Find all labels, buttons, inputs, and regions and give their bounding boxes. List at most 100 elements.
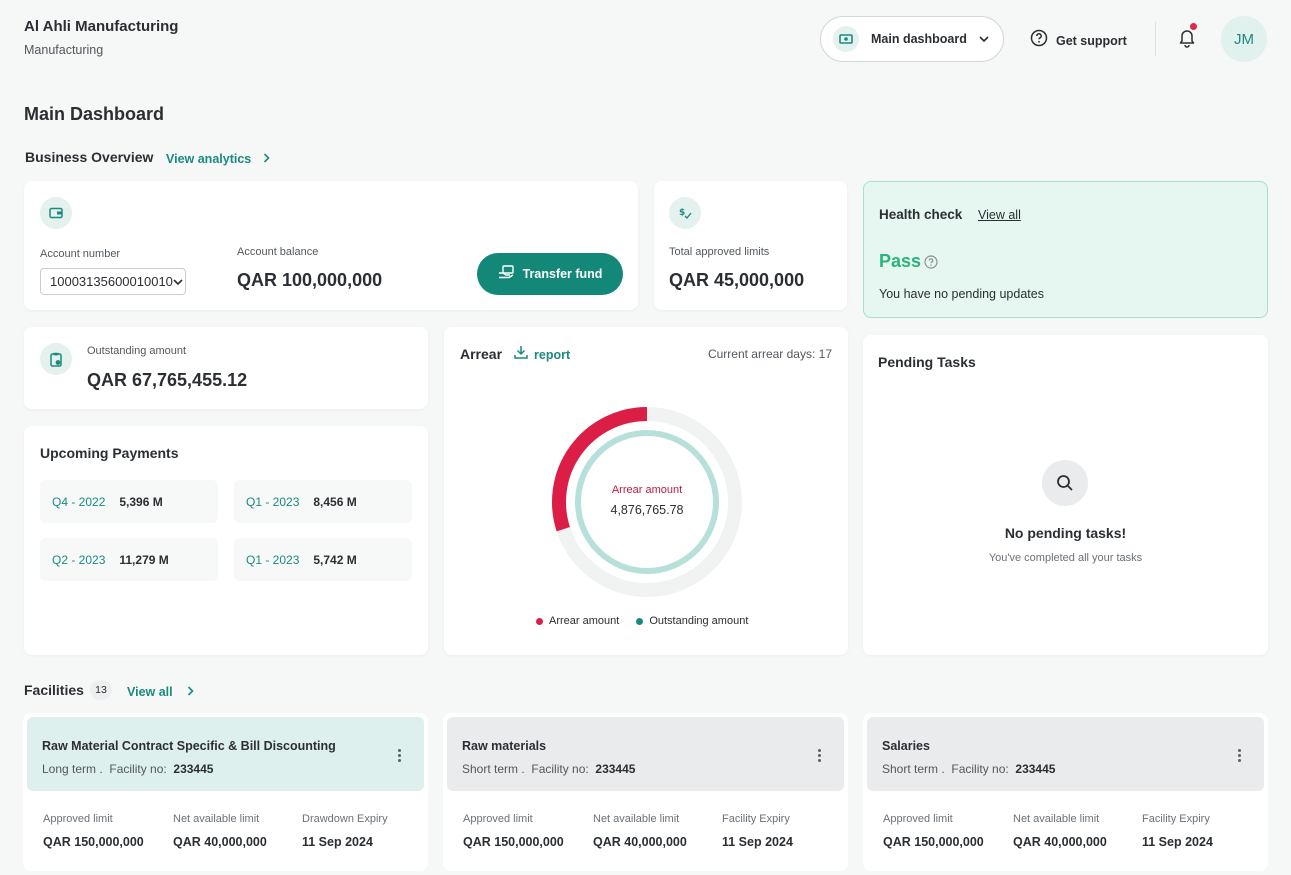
money-icon	[833, 26, 859, 52]
more-options-icon[interactable]	[1238, 749, 1242, 763]
account-balance-value: QAR 100,000,000	[237, 270, 383, 290]
company-name: Al Ahli Manufacturing	[24, 18, 179, 35]
facility-no: 233445	[173, 762, 214, 776]
view-analytics-link[interactable]: View analytics	[166, 150, 270, 168]
facilities-title: Facilities	[24, 682, 84, 698]
donut-center-value: 4,876,765.78	[610, 503, 684, 517]
legend-outstanding-label: Outstanding amount	[649, 615, 749, 627]
pending-empty-title: No pending tasks!	[1004, 525, 1127, 541]
account-number-select[interactable]: 10003135600010010	[40, 268, 186, 295]
payment-quarter: Q2 - 2023	[52, 552, 106, 567]
facility-no-label: Facility no:	[951, 762, 1009, 776]
payment-quarter: Q1 - 2023	[246, 552, 300, 567]
facility-subtitle: Long term . Facility no: 233445	[42, 762, 214, 776]
account-number-label: Account number	[40, 248, 121, 260]
bell-icon	[1178, 30, 1196, 52]
facility-title: Raw materials	[462, 739, 547, 753]
dashboard-select[interactable]: Main dashboard	[820, 16, 1004, 62]
payment-item[interactable]: Q1 - 2023 5,742 M	[234, 538, 412, 581]
view-analytics-label: View analytics	[166, 152, 252, 166]
notification-dot	[1190, 23, 1197, 30]
dollar-check-icon: $	[669, 197, 701, 229]
upcoming-payments-title: Upcoming Payments	[40, 445, 179, 461]
facility-header: Salaries Short term . Facility no: 23344…	[867, 717, 1264, 791]
arrear-donut-chart	[552, 407, 742, 597]
svg-text:$: $	[679, 208, 685, 218]
chart-legend: Arrear amount Outstanding amount	[536, 615, 748, 627]
more-options-icon[interactable]	[818, 749, 822, 763]
facility-card[interactable]: Raw materials Short term . Facility no: …	[443, 713, 848, 871]
facilities-view-all-label: View all	[127, 685, 173, 699]
download-icon	[514, 345, 528, 364]
arrear-title: Arrear	[460, 346, 503, 362]
facility-term: Long term	[42, 762, 97, 776]
avatar[interactable]: JM	[1221, 16, 1267, 62]
facilities-count-badge: 13	[90, 680, 112, 700]
report-label: report	[534, 347, 571, 362]
notification-button[interactable]	[1178, 23, 1198, 48]
facilities-view-all-link[interactable]: View all	[127, 683, 194, 701]
facility-header: Raw Material Contract Specific & Bill Di…	[27, 717, 424, 791]
donut-center-label: Arrear amount	[611, 484, 683, 496]
health-message: You have no pending updates	[879, 287, 1044, 301]
facility-approved-limit: Approved limit QAR 150,000,000	[43, 813, 144, 849]
outstanding-ring	[575, 430, 719, 574]
facility-term: Short term	[882, 762, 939, 776]
health-check-card: Health check View all Pass You have no p…	[863, 181, 1268, 318]
facility-no-label: Facility no:	[109, 762, 167, 776]
info-icon[interactable]	[924, 255, 938, 274]
facility-header: Raw materials Short term . Facility no: …	[447, 717, 844, 791]
facility-expiry: Drawdown Expiry 11 Sep 2024	[302, 813, 388, 849]
pending-tasks-card: Pending Tasks No pending tasks! You've c…	[863, 335, 1268, 655]
arrear-days: Current arrear days: 17	[707, 347, 832, 361]
health-status: Pass	[879, 251, 922, 271]
approved-limits-value: QAR 45,000,000	[669, 270, 805, 290]
section-title-overview: Business Overview	[25, 149, 154, 165]
transfer-fund-button[interactable]: Transfer fund	[477, 253, 623, 295]
payment-item[interactable]: Q2 - 2023 11,279 M	[40, 538, 218, 581]
payment-amount: 5,396 M	[119, 494, 163, 509]
payment-item[interactable]: Q1 - 2023 8,456 M	[234, 480, 412, 523]
facility-card[interactable]: Raw Material Contract Specific & Bill Di…	[23, 713, 428, 871]
page-title: Main Dashboard	[24, 104, 165, 124]
facility-expiry: Facility Expiry 11 Sep 2024	[722, 813, 793, 849]
outstanding-card: Outstanding amount QAR 67,765,455.12	[24, 327, 428, 409]
facility-approved-limit: Approved limit QAR 150,000,000	[463, 813, 564, 849]
approved-limits-card: $ Total approved limits QAR 45,000,000	[654, 181, 847, 310]
outstanding-label: Outstanding amount	[87, 345, 187, 357]
facility-approved-limit: Approved limit QAR 150,000,000	[883, 813, 984, 849]
facility-title: Salaries	[882, 739, 930, 753]
facility-term: Short term	[462, 762, 519, 776]
account-card: Account number 10003135600010010 Account…	[24, 181, 638, 310]
dashboard-select-label: Main dashboard	[871, 32, 967, 46]
support-link[interactable]: Get support	[1030, 29, 1127, 52]
payment-amount: 5,742 M	[313, 552, 357, 567]
chevron-right-icon	[187, 683, 194, 701]
account-number-value: 10003135600010010	[50, 274, 173, 289]
transfer-fund-label: Transfer fund	[522, 267, 603, 281]
approved-limits-label: Total approved limits	[669, 246, 770, 258]
header-divider	[1155, 22, 1156, 56]
health-view-all-link[interactable]: View all	[978, 208, 1021, 222]
facility-subtitle: Short term . Facility no: 233445	[882, 762, 1056, 776]
facility-net-available: Net available limit QAR 40,000,000	[593, 813, 687, 849]
pending-tasks-title: Pending Tasks	[878, 354, 976, 370]
payment-amount: 8,456 M	[313, 494, 357, 509]
legend-arrear-label: Arrear amount	[549, 615, 620, 627]
transfer-icon	[498, 264, 515, 284]
company-sector: Manufacturing	[24, 43, 104, 57]
facility-subtitle: Short term . Facility no: 233445	[462, 762, 636, 776]
facility-no: 233445	[595, 762, 636, 776]
legend-swatch-arrear	[536, 617, 543, 625]
support-label: Get support	[1056, 33, 1127, 48]
facility-card[interactable]: Salaries Short term . Facility no: 23344…	[863, 713, 1268, 871]
facility-net-available: Net available limit QAR 40,000,000	[173, 813, 267, 849]
clipboard-icon	[40, 343, 72, 375]
chevron-down-icon	[173, 273, 183, 291]
payment-item[interactable]: Q4 - 2022 5,396 M	[40, 480, 218, 523]
chevron-right-icon	[263, 150, 270, 168]
report-download-link[interactable]: report	[514, 345, 570, 364]
facility-no-label: Facility no:	[531, 762, 589, 776]
facility-title: Raw Material Contract Specific & Bill Di…	[42, 739, 336, 753]
more-options-icon[interactable]	[398, 749, 402, 763]
